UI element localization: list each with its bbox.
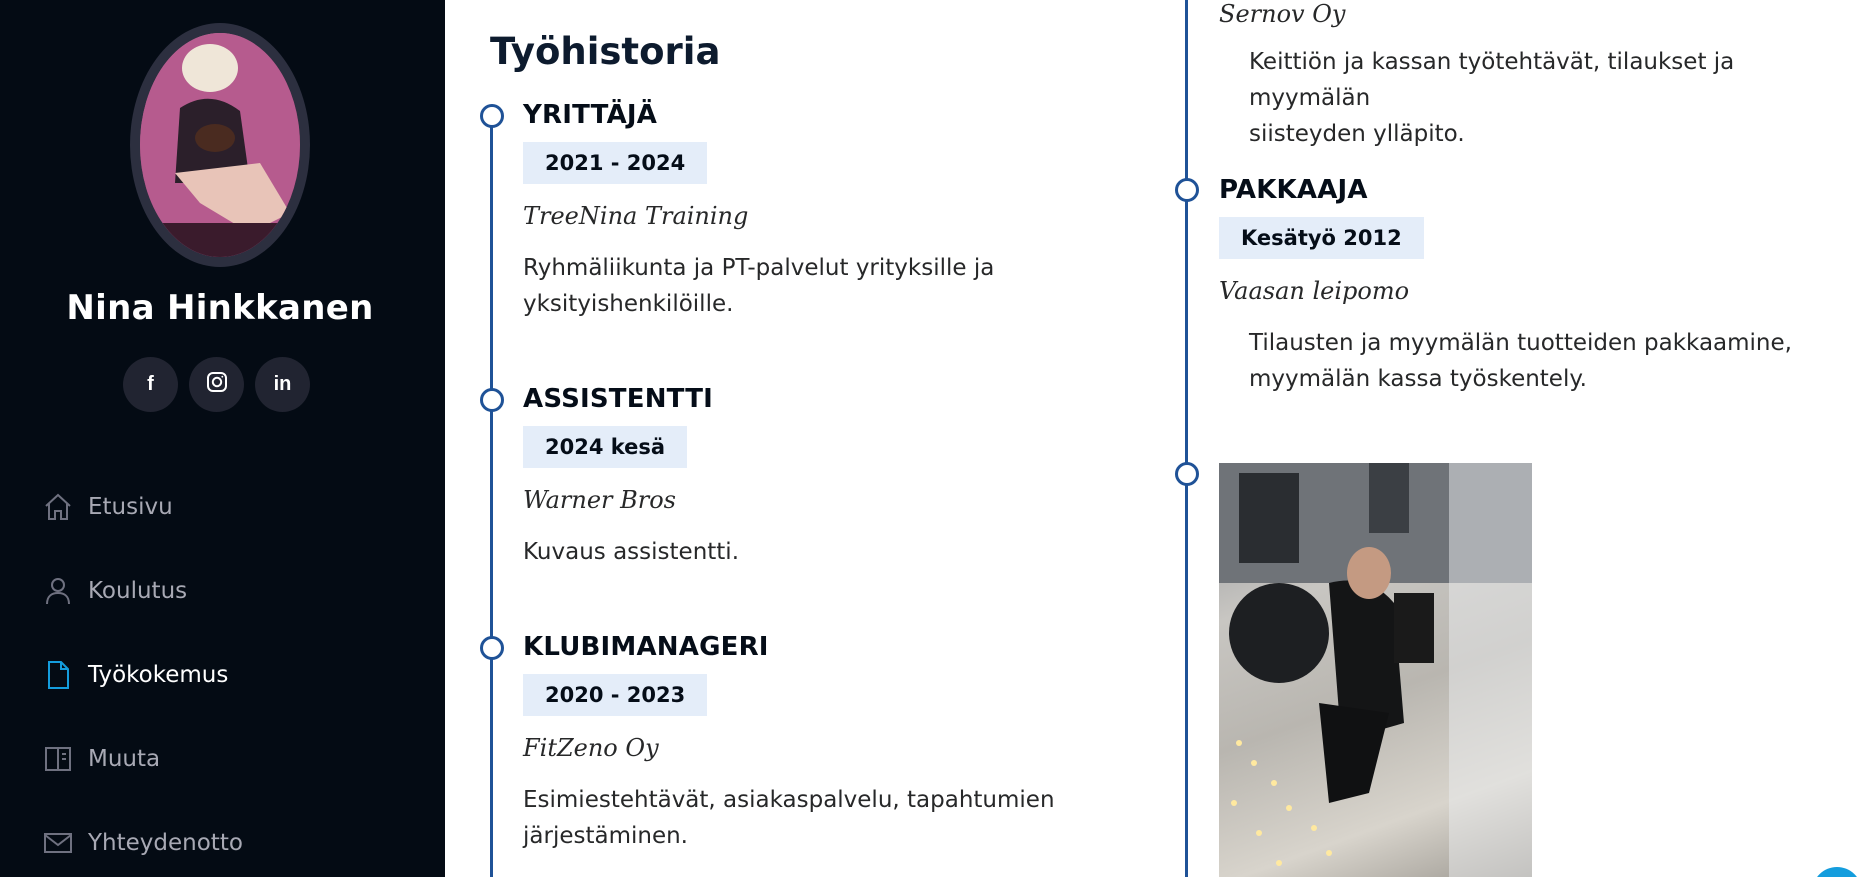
nav-item-tyokokemus[interactable]: Työkokemus [42, 633, 243, 717]
job-entry-continued: Sernov Oy Keittiön ja kassan työtehtävät… [1219, 0, 1859, 152]
nav-label: Yhteydenotto [88, 830, 243, 856]
back-to-top-button[interactable] [1812, 867, 1862, 877]
job-entry: PAKKAAJA Kesätyö 2012 Vaasan leipomo Til… [1219, 175, 1859, 397]
job-description-line: Esimiestehtävät, asiakaspalvelu, tapahtu… [523, 787, 1055, 813]
job-company: Vaasan leipomo [1219, 277, 1410, 305]
job-date: Kesätyö 2012 [1219, 217, 1424, 259]
timeline-line-left [490, 114, 493, 877]
job-title: YRITTÄJÄ [523, 100, 658, 130]
home-icon [42, 491, 74, 523]
job-company: TreeNina Training [523, 202, 749, 230]
linkedin-icon: in [273, 373, 292, 395]
job-entry: ASSISTENTTI 2024 kesä Warner Bros Kuvaus… [523, 384, 1083, 570]
job-description-line: yksityishenkilöille. [523, 291, 734, 317]
nav-label: Työkokemus [88, 662, 229, 688]
nav-item-muuta[interactable]: Muuta [42, 717, 243, 801]
sidebar: Nina Hinkkanen f in Etusivu Koulutus Työ… [0, 0, 445, 877]
nav-label: Koulutus [88, 578, 188, 604]
book-icon [42, 743, 74, 775]
nav-item-koulutus[interactable]: Koulutus [42, 549, 243, 633]
job-entry: KLUBIMANAGERI 2020 - 2023 FitZeno Oy Esi… [523, 632, 1083, 854]
timeline-dot [480, 388, 504, 412]
job-description: Tilausten ja myymälän tuotteiden pakkaam… [1219, 325, 1859, 397]
person-icon [42, 575, 74, 607]
job-description-line: siisteyden ylläpito. [1249, 121, 1465, 147]
avatar [140, 33, 300, 257]
job-entry: YRITTÄJÄ 2021 - 2024 TreeNina Training R… [523, 100, 1083, 322]
avatar-frame [130, 23, 310, 267]
job-description: Esimiestehtävät, asiakaspalvelu, tapahtu… [523, 782, 1083, 854]
job-title: KLUBIMANAGERI [523, 632, 769, 662]
job-description-line: Tilausten ja myymälän tuotteiden pakkaam… [1249, 330, 1792, 356]
job-description-line: Keittiön ja kassan työtehtävät, tilaukse… [1249, 49, 1735, 111]
envelope-icon [42, 827, 74, 859]
facebook-icon: f [147, 373, 154, 395]
nav-item-yhteydenotto[interactable]: Yhteydenotto [42, 801, 243, 877]
job-date: 2020 - 2023 [523, 674, 708, 716]
job-description-line: järjestäminen. [523, 823, 688, 849]
nav-label: Muuta [88, 746, 161, 772]
timeline-dot [480, 636, 504, 660]
nav-label: Etusivu [88, 494, 173, 520]
job-title: ASSISTENTTI [523, 384, 714, 414]
job-date: 2024 kesä [523, 426, 688, 468]
profile-name: Nina Hinkkanen [66, 288, 374, 328]
timeline-line-right [1185, 0, 1188, 877]
section-title: Työhistoria [490, 30, 721, 73]
social-links: f in [123, 357, 310, 412]
job-company: FitZeno Oy [523, 734, 659, 762]
job-description-line: Kuvaus assistentti. [523, 539, 740, 565]
job-date: 2021 - 2024 [523, 142, 708, 184]
gym-photo [1219, 463, 1532, 877]
file-icon [42, 659, 74, 691]
instagram-link[interactable] [189, 357, 244, 412]
job-description: Ryhmäliikunta ja PT-palvelut yrityksille… [523, 250, 1083, 322]
facebook-link[interactable]: f [123, 357, 178, 412]
job-description-line: Ryhmäliikunta ja PT-palvelut yrityksille… [523, 255, 995, 281]
nav-item-etusivu[interactable]: Etusivu [42, 465, 243, 549]
job-description-line: myymälän kassa työskentely. [1249, 366, 1587, 392]
job-company: Sernov Oy [1219, 0, 1346, 28]
job-title: PAKKAAJA [1219, 175, 1368, 205]
timeline-dot [1175, 178, 1199, 202]
main-nav: Etusivu Koulutus Työkokemus Muuta Yhteyd… [42, 465, 243, 877]
linkedin-link[interactable]: in [255, 357, 310, 412]
job-company: Warner Bros [523, 486, 676, 514]
instagram-icon [206, 371, 228, 399]
timeline-dot [1175, 462, 1199, 486]
timeline-dot [480, 104, 504, 128]
job-description: Keittiön ja kassan työtehtävät, tilaukse… [1219, 44, 1859, 152]
job-description: Kuvaus assistentti. [523, 534, 1083, 570]
